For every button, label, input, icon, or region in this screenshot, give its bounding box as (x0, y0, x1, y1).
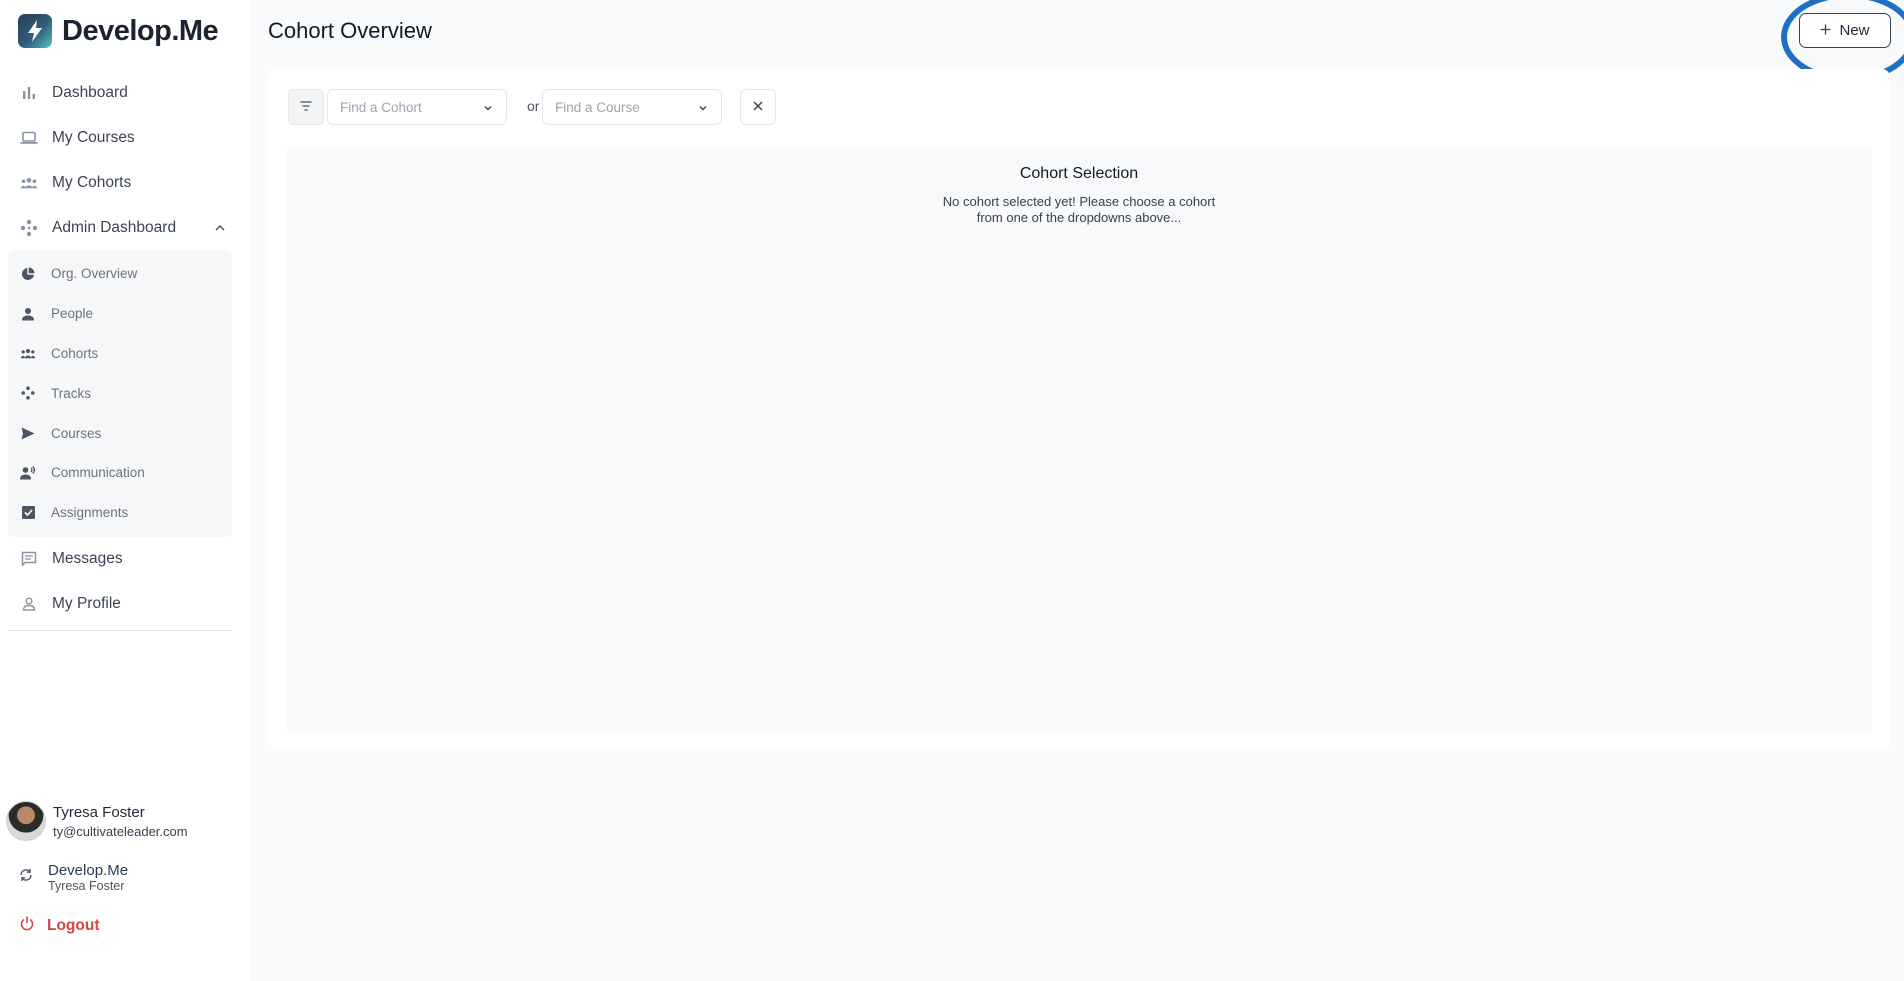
logout-button[interactable]: Logout (20, 916, 100, 936)
power-icon (20, 916, 34, 936)
sidebar-item-cohorts[interactable]: Cohorts (8, 334, 232, 374)
course-select[interactable]: Find a Course (542, 89, 722, 125)
new-button-label: New (1839, 22, 1870, 39)
sidebar-item-label: Cohorts (51, 345, 99, 361)
sidebar-item-label: Messages (52, 550, 123, 568)
brand-name: Develop.Me (62, 14, 219, 47)
avatar (6, 801, 46, 841)
user-card[interactable]: Tyresa Foster ty@cultivateleader.com (6, 801, 188, 841)
logout-label: Logout (47, 917, 100, 934)
sidebar-item-admin-dashboard[interactable]: Admin Dashboard (0, 205, 250, 250)
hub-icon (20, 219, 38, 237)
laptop-icon (20, 129, 38, 147)
main-content: Cohort Overview New Find a Cohort or Fin… (250, 0, 1904, 981)
send-icon (20, 425, 36, 441)
panel-message: No cohort selected yet! Please choose a … (942, 194, 1216, 225)
panel-title: Cohort Selection (1019, 165, 1139, 182)
filter-icon (300, 98, 312, 116)
org-name: Develop.Me (48, 862, 129, 879)
chat-icon (20, 550, 38, 568)
org-switcher[interactable]: Develop.Me Tyresa Foster (18, 862, 128, 893)
sidebar-nav: Dashboard My Courses My Cohorts Admin Da… (0, 70, 250, 627)
person-outline-icon (20, 595, 38, 613)
tracks-icon (20, 385, 36, 401)
sidebar-item-label: Courses (51, 425, 102, 441)
sidebar-item-label: Tracks (51, 385, 91, 401)
chevron-up-icon[interactable] (214, 222, 226, 234)
sidebar: Develop.Me Dashboard My Courses My Cohor… (0, 0, 250, 981)
sidebar-item-my-cohorts[interactable]: My Cohorts (0, 160, 250, 205)
user-name: Tyresa Foster (53, 803, 145, 821)
switch-org-icon (18, 867, 34, 888)
sidebar-item-label: Admin Dashboard (52, 218, 177, 236)
sidebar-item-tracks[interactable]: Tracks (8, 373, 232, 413)
checkbox-icon (20, 505, 36, 521)
close-icon (753, 98, 763, 116)
page-title: Cohort Overview (268, 18, 432, 43)
sidebar-item-my-courses[interactable]: My Courses (0, 115, 250, 160)
filter-button[interactable] (288, 89, 324, 125)
sidebar-item-org-overview[interactable]: Org. Overview (8, 254, 232, 294)
sidebar-divider (8, 630, 232, 631)
sidebar-item-dashboard[interactable]: Dashboard (0, 70, 250, 115)
sidebar-item-courses[interactable]: Courses (8, 413, 232, 453)
cohort-card: Find a Cohort or Find a Course Cohort Se… (268, 69, 1890, 749)
admin-submenu: Org. Overview People Cohorts Tracks Cour… (8, 250, 232, 537)
chevron-down-icon (697, 102, 709, 114)
pie-chart-icon (20, 266, 36, 282)
cohort-selection-panel: Cohort Selection No cohort selected yet!… (286, 147, 1872, 733)
sidebar-item-messages[interactable]: Messages (0, 537, 250, 582)
sidebar-item-label: My Courses (52, 128, 135, 146)
sidebar-item-label: People (51, 306, 94, 322)
group-icon (20, 345, 36, 361)
sidebar-item-label: Assignments (51, 505, 129, 521)
clear-filters-button[interactable] (740, 89, 776, 125)
new-button[interactable]: New (1799, 13, 1891, 48)
sidebar-item-label: Communication (51, 465, 145, 481)
user-email: ty@cultivateleader.com (53, 823, 188, 839)
sidebar-item-assignments[interactable]: Assignments (8, 493, 232, 533)
speaker-person-icon (20, 465, 36, 481)
cohort-select-placeholder: Find a Cohort (340, 99, 422, 115)
bar-chart-icon (20, 84, 38, 102)
sidebar-item-label: My Profile (52, 595, 121, 613)
course-select-placeholder: Find a Course (555, 99, 640, 115)
or-separator: or (527, 98, 540, 114)
sidebar-item-label: My Cohorts (52, 173, 132, 191)
logo-bolt-icon (18, 14, 52, 48)
sidebar-item-label: Dashboard (52, 83, 128, 101)
cohort-select[interactable]: Find a Cohort (327, 89, 507, 125)
sidebar-item-my-profile[interactable]: My Profile (0, 582, 250, 627)
plus-icon (1820, 22, 1831, 39)
sidebar-item-people[interactable]: People (8, 294, 232, 334)
org-member: Tyresa Foster (48, 879, 125, 893)
sidebar-item-communication[interactable]: Communication (8, 453, 232, 493)
brand-logo[interactable]: Develop.Me (18, 14, 219, 48)
sidebar-item-label: Org. Overview (51, 266, 138, 282)
group-icon (20, 174, 38, 192)
person-icon (20, 306, 36, 322)
chevron-down-icon (482, 102, 494, 114)
